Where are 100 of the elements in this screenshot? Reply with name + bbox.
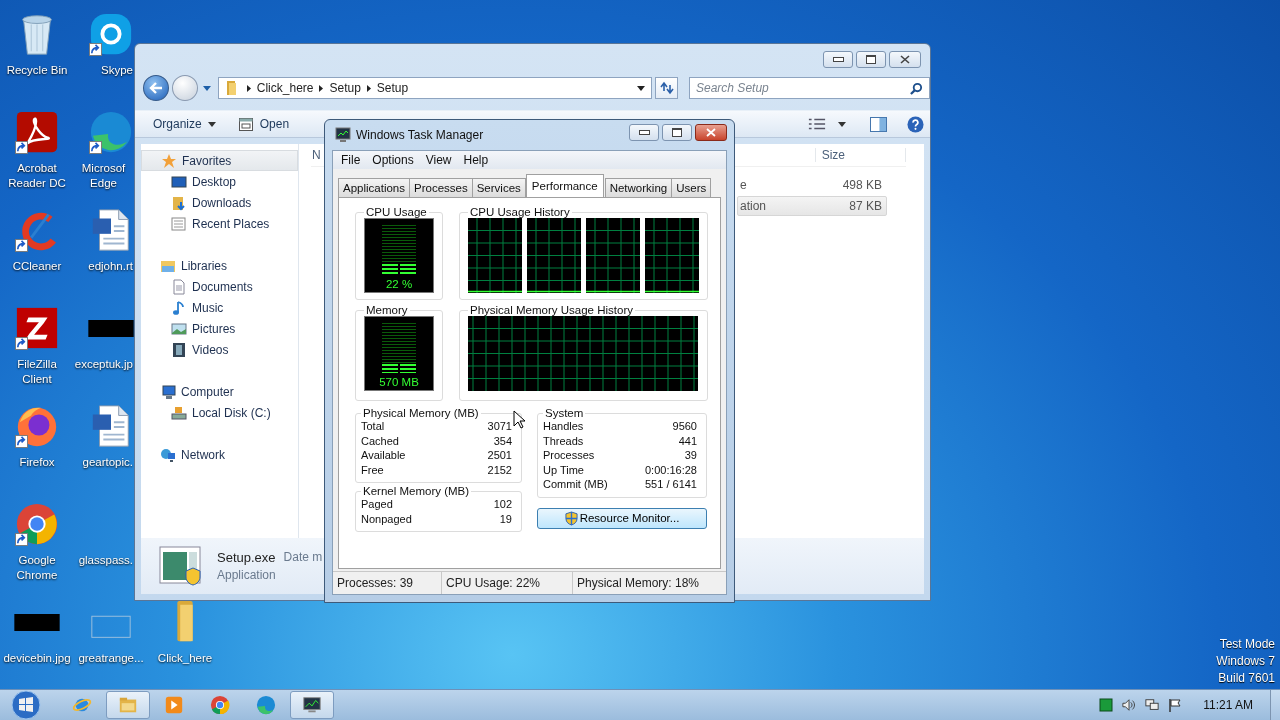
network-icon — [160, 446, 176, 463]
browser-icon — [88, 109, 134, 155]
menu-item[interactable]: View — [419, 151, 458, 169]
stat-label: Handles — [543, 419, 584, 434]
open-button[interactable]: Open — [233, 114, 294, 134]
desktop-icon-label[interactable]: Skype — [101, 63, 133, 78]
browser-icon — [256, 695, 276, 715]
clock[interactable]: 11:21 AM — [1203, 698, 1253, 712]
nav-item[interactable]: Network — [141, 444, 298, 465]
search-icon[interactable] — [910, 82, 923, 95]
tab[interactable]: Applications — [338, 178, 410, 197]
desktop-icon-label[interactable]: geartopic. — [82, 455, 133, 470]
shield-icon — [564, 510, 578, 526]
desktop-icon-label[interactable]: CCleaner — [12, 259, 62, 274]
help-icon[interactable] — [907, 115, 924, 133]
maximize-button[interactable] — [662, 123, 692, 141]
file-row[interactable]: ation 87 KB — [737, 196, 887, 216]
menu-item[interactable]: File — [335, 151, 367, 169]
chevron-icon[interactable] — [366, 84, 371, 92]
monitor-icon — [335, 127, 351, 143]
minimize-icon — [832, 57, 844, 62]
refresh-button[interactable] — [655, 77, 678, 99]
status-square-icon[interactable] — [1099, 698, 1114, 712]
nav-item[interactable]: Videos — [141, 339, 298, 360]
task-manager-button[interactable] — [290, 691, 334, 719]
address-bar[interactable]: Click_here Setup Setup — [217, 77, 653, 99]
nav-item[interactable]: Local Disk (C:) — [141, 402, 298, 423]
close-icon — [900, 55, 910, 64]
breadcrumb-item[interactable]: Click_here — [256, 81, 314, 95]
drive-icon — [171, 404, 187, 421]
menu-item[interactable]: Help — [457, 151, 495, 169]
desktop-icon-label[interactable]: greatrange... — [78, 651, 144, 666]
back-button[interactable] — [143, 75, 169, 101]
volume-icon[interactable] — [1122, 698, 1137, 712]
chevron-icon[interactable] — [319, 84, 324, 92]
test-mode-text: Build 7601 — [1218, 670, 1275, 687]
nav-item[interactable]: Downloads — [141, 192, 298, 213]
desktop-icon-label[interactable]: devicebin.jpg — [3, 651, 71, 666]
view-options-icon[interactable] — [808, 117, 826, 131]
nav-item[interactable]: Desktop — [141, 171, 298, 192]
stat-value: 39 — [684, 448, 697, 463]
stat-label: Paged — [361, 497, 393, 512]
desktop-icon-label[interactable]: exceptuk.jp — [74, 357, 133, 372]
tab[interactable]: Networking — [604, 178, 673, 197]
preview-pane-icon[interactable] — [870, 116, 887, 132]
nav-item[interactable]: Pictures — [141, 318, 298, 339]
desktop-icon-label[interactable]: Acrobat Reader DC — [1, 161, 73, 191]
breadcrumb-item[interactable]: Setup — [329, 81, 361, 95]
stat-label: Commit (MB) — [543, 477, 608, 492]
nav-item[interactable]: Music — [141, 297, 298, 318]
tab[interactable]: Processes — [409, 178, 473, 197]
nav-item[interactable]: Computer — [141, 381, 298, 402]
stat-label: Up Time — [543, 462, 584, 477]
document-icon — [171, 278, 187, 295]
organize-menu-button[interactable]: Organize — [149, 115, 220, 133]
tab[interactable]: Performance — [525, 174, 604, 197]
nav-item[interactable]: Documents — [141, 276, 298, 297]
maximize-button[interactable] — [856, 51, 886, 68]
resource-monitor-button[interactable]: Resource Monitor... — [537, 507, 707, 529]
meter-reading: 570 MB — [379, 376, 419, 388]
caret-icon[interactable] — [838, 121, 846, 127]
minimize-button[interactable] — [823, 51, 853, 68]
chevron-icon[interactable] — [246, 84, 251, 92]
status-text: CPU Usage: 22% — [442, 572, 573, 594]
close-button[interactable] — [889, 51, 921, 68]
file-name: Setup.exe — [217, 550, 276, 565]
file-row[interactable]: e 498 KB — [737, 175, 887, 195]
network-icon[interactable] — [1145, 698, 1160, 712]
tab[interactable]: Users — [671, 178, 712, 197]
desktop-icon-label[interactable]: glasspass. — [78, 553, 133, 568]
flag-icon[interactable] — [1168, 698, 1183, 712]
breadcrumb-item[interactable]: Setup — [376, 81, 409, 95]
stat-value: 2152 — [487, 462, 512, 477]
stat-label: Processes — [543, 448, 595, 463]
desktop-icon-label[interactable]: edjohn.rt — [88, 259, 133, 274]
minimize-button[interactable] — [629, 123, 659, 141]
nav-item[interactable]: Recent Places — [141, 213, 298, 234]
desktop-icon-label[interactable]: FileZilla Client — [1, 357, 73, 387]
desktop-icon-label[interactable]: Firefox — [19, 455, 55, 470]
search-field[interactable]: Search Setup — [689, 77, 930, 99]
close-button[interactable] — [695, 123, 727, 141]
desktop-icon-label[interactable]: Microsof Edge — [74, 161, 133, 191]
desktop-icon-label[interactable]: Recycle Bin — [6, 63, 68, 78]
pdf-app-icon — [14, 109, 60, 155]
column-header[interactable]: N — [311, 148, 321, 162]
file-size-cell: 87 KB — [849, 199, 882, 213]
tab[interactable]: Services — [471, 178, 526, 197]
desktop-icon — [171, 173, 187, 190]
nav-item[interactable]: Libraries — [141, 255, 298, 276]
stat-value: 3071 — [487, 419, 512, 434]
nav-item[interactable]: Favorites — [141, 150, 298, 171]
star-icon — [161, 152, 177, 169]
group-title: CPU Usage History — [469, 206, 571, 218]
stat-value: 102 — [493, 497, 512, 512]
menu-item[interactable]: Options — [366, 151, 420, 169]
desktop-icon-label[interactable]: Google Chrome — [1, 553, 73, 583]
column-header[interactable]: Size — [814, 148, 906, 162]
caret-icon[interactable] — [637, 85, 646, 91]
group-title: Physical Memory Usage History — [469, 304, 634, 316]
caret-icon — [207, 121, 216, 127]
